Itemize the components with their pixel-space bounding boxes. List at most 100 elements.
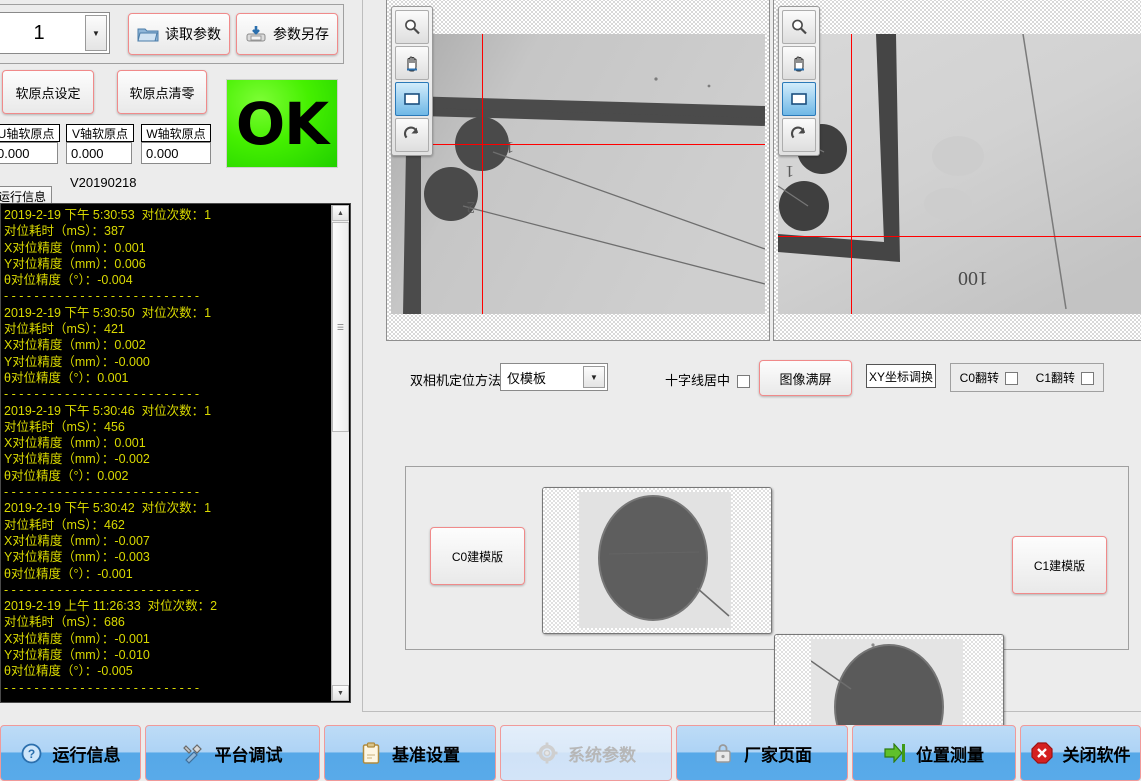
- bottom-nav: ? 运行信息 平台调试 基准设置 系统参数 厂家页面 位置测量 关闭软件: [0, 725, 1141, 781]
- chevron-down-icon[interactable]: ▼: [583, 366, 605, 388]
- fullscreen-image-label: 图像满屏: [779, 371, 832, 387]
- crosshair-center-label: 十字线居中: [665, 373, 731, 388]
- c1-flip-label: C1翻转: [1035, 371, 1075, 385]
- c1-flip-checkbox[interactable]: [1081, 372, 1095, 386]
- w-axis-origin-label-box: W轴软原点: [141, 124, 211, 142]
- camera-1-panel[interactable]: 2 1 100: [773, 0, 1141, 341]
- c0-build-template-label: C0建模版: [451, 549, 504, 564]
- tools-wrench-icon: [182, 742, 205, 764]
- nav-platform-debug-label: 平台调试: [214, 745, 283, 765]
- folder-open-icon: [137, 25, 159, 43]
- param-index-value: 1: [33, 21, 45, 44]
- u-axis-origin-label-box: U轴软原点: [0, 124, 60, 142]
- nav-factory-page-label: 厂家页面: [744, 745, 812, 765]
- camera-1-image: 2 1 100: [778, 34, 1141, 314]
- chevron-down-icon[interactable]: ▼: [85, 15, 107, 51]
- camera-0-crosshair-h: [391, 144, 765, 145]
- triangle-up-icon[interactable]: ▲: [332, 205, 349, 221]
- nav-run-info[interactable]: ? 运行信息: [0, 725, 141, 781]
- w-axis-origin-input[interactable]: 0.000: [141, 142, 211, 164]
- run-info-text: 2019-2-19 下午 5:30:53 对位次数：1 对位耗时（mS）：387…: [4, 208, 218, 695]
- c1-build-template-label: C1建模版: [1033, 558, 1086, 573]
- nav-close-software-label: 关闭软件: [1062, 745, 1131, 765]
- gear-icon: [536, 742, 558, 764]
- svg-text:1: 1: [506, 138, 515, 157]
- c0-flip-label: C0翻转: [959, 371, 999, 385]
- read-params-button[interactable]: 读取参数: [128, 13, 230, 55]
- camera-0-toolbar[interactable]: [391, 6, 433, 156]
- nav-platform-debug[interactable]: 平台调试: [145, 725, 320, 781]
- c0-flip-checkbox[interactable]: [1005, 372, 1019, 386]
- nav-factory-page[interactable]: 厂家页面: [676, 725, 848, 781]
- save-params-button[interactable]: 参数另存: [236, 13, 338, 55]
- tab-run-info-label: 运行信息: [0, 190, 47, 204]
- v-axis-origin-label-box: V轴软原点: [66, 124, 134, 142]
- svg-text:?: ?: [28, 747, 35, 761]
- camera-0-image: 1 2: [391, 34, 765, 314]
- svg-text:1: 1: [786, 162, 795, 181]
- clear-soft-origin-label: 软原点清零: [129, 85, 195, 101]
- log-scrollbar[interactable]: ▲ ☰ ▼: [331, 205, 349, 701]
- flip-group: C0翻转 C1翻转: [950, 363, 1104, 392]
- c0-template-image: [579, 492, 731, 628]
- svg-text:100: 100: [958, 267, 988, 289]
- c1-flip-row[interactable]: C1翻转: [1036, 369, 1095, 386]
- nav-system-params[interactable]: 系统参数: [500, 725, 672, 781]
- log-scroll-thumb[interactable]: ☰: [332, 222, 349, 432]
- nav-datum-setting-label: 基准设置: [392, 745, 460, 765]
- c0-flip-row[interactable]: C0翻转: [960, 369, 1019, 386]
- green-arrow-icon: [884, 742, 906, 764]
- read-params-label: 读取参数: [165, 26, 221, 42]
- c0-build-template-button[interactable]: C0建模版: [430, 527, 525, 585]
- camera-0-crosshair-v: [482, 34, 483, 314]
- clipboard-icon: [360, 742, 382, 764]
- xy-swap-button[interactable]: XY坐标调换: [866, 364, 936, 388]
- camera-0-panel[interactable]: 1 2: [386, 0, 770, 341]
- camera-1-crosshair-h: [778, 236, 1141, 237]
- c0-template-preview[interactable]: [542, 487, 772, 634]
- nav-system-params-label: 系统参数: [568, 745, 636, 765]
- rotate-refresh-icon[interactable]: [782, 118, 816, 152]
- triangle-down-icon[interactable]: ▼: [332, 685, 349, 701]
- method-combo[interactable]: 仅模板 ▼: [500, 363, 608, 391]
- nav-position-measure-label: 位置测量: [916, 745, 984, 765]
- clear-soft-origin-button[interactable]: 软原点清零: [117, 70, 207, 114]
- status-lamp-label: OK: [235, 89, 329, 158]
- crosshair-center-checkbox[interactable]: [736, 375, 750, 389]
- fullscreen-image-button[interactable]: 图像满屏: [759, 360, 852, 396]
- log-tabstrip: 运行信息: [0, 186, 350, 205]
- run-info-console: 2019-2-19 下午 5:30:53 对位次数：1 对位耗时（mS）：387…: [0, 203, 351, 703]
- rectangle-select-icon[interactable]: [395, 82, 429, 116]
- param-index-combo[interactable]: 1 ▼: [0, 12, 110, 54]
- nav-close-software[interactable]: 关闭软件: [1020, 725, 1141, 781]
- set-soft-origin-button[interactable]: 软原点设定: [2, 70, 94, 114]
- nav-datum-setting[interactable]: 基准设置: [324, 725, 496, 781]
- zoom-icon[interactable]: [782, 10, 816, 44]
- save-as-icon: [245, 25, 267, 43]
- u-axis-origin-value: 0.000: [0, 145, 30, 161]
- zoom-icon[interactable]: [395, 10, 429, 44]
- rectangle-select-icon[interactable]: [782, 82, 816, 116]
- save-params-label: 参数另存: [273, 26, 329, 42]
- camera-1-toolbar[interactable]: [778, 6, 820, 156]
- lock-icon: [712, 742, 734, 764]
- nav-run-info-label: 运行信息: [52, 745, 121, 765]
- w-axis-origin-label: W轴软原点: [146, 126, 206, 141]
- question-circle-icon: ?: [21, 742, 43, 764]
- status-lamp: OK: [226, 79, 338, 168]
- v-axis-origin-value: 0.000: [71, 145, 104, 161]
- method-value: 仅模板: [507, 370, 547, 386]
- nav-position-measure[interactable]: 位置测量: [852, 725, 1016, 781]
- u-axis-origin-label: U轴软原点: [0, 126, 55, 141]
- pan-hand-icon[interactable]: [782, 46, 816, 80]
- pan-hand-icon[interactable]: [395, 46, 429, 80]
- close-octagon-icon: [1030, 742, 1053, 764]
- rotate-refresh-icon[interactable]: [395, 118, 429, 152]
- v-axis-origin-label: V轴软原点: [71, 126, 128, 141]
- set-soft-origin-label: 软原点设定: [15, 85, 81, 101]
- crosshair-center-row[interactable]: 十字线居中: [665, 370, 750, 389]
- u-axis-origin-input[interactable]: 0.000: [0, 142, 58, 164]
- xy-swap-label: XY坐标调换: [868, 369, 933, 384]
- v-axis-origin-input[interactable]: 0.000: [66, 142, 132, 164]
- c1-build-template-button[interactable]: C1建模版: [1012, 536, 1107, 594]
